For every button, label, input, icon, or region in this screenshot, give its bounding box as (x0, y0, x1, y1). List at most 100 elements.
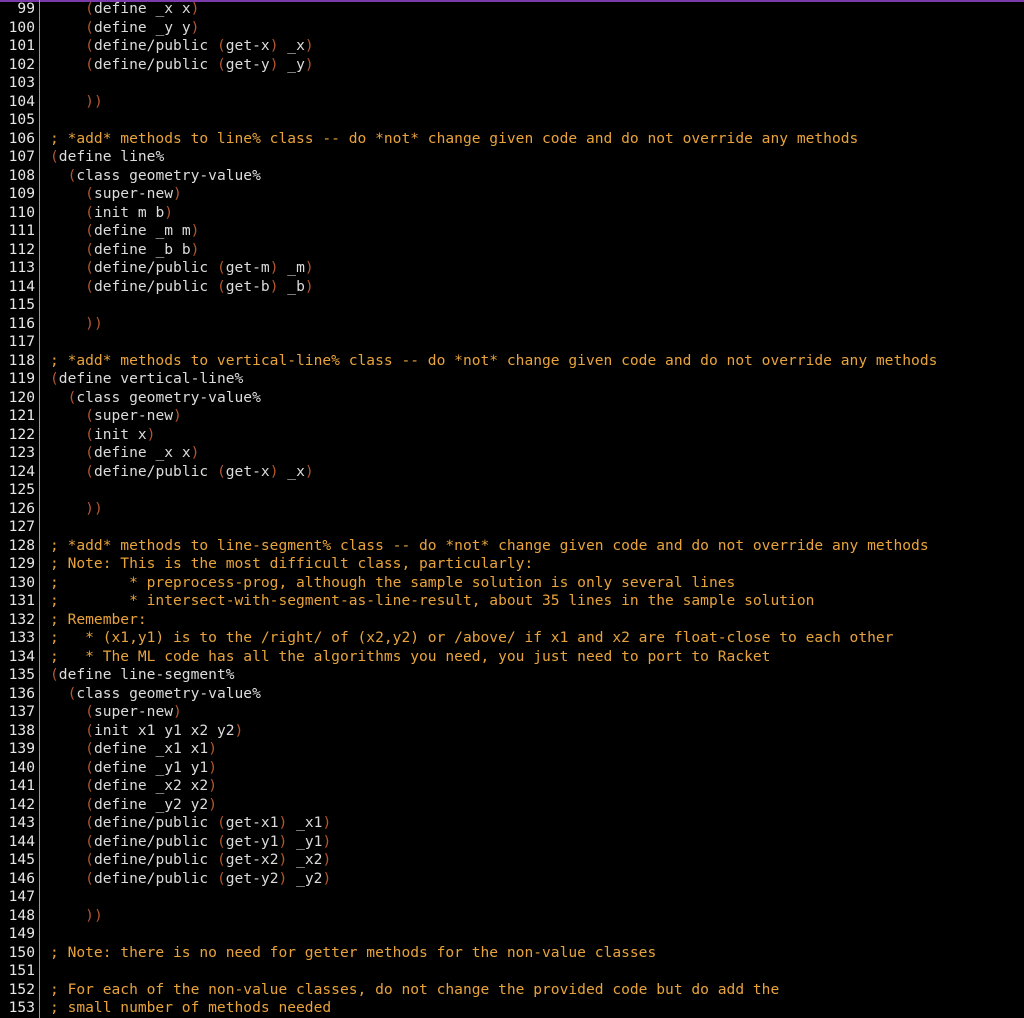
line-number: 129 (0, 555, 35, 574)
code-line[interactable]: 118 ; *add* methods to vertical-line% cla… (0, 352, 1024, 371)
code-line[interactable]: 133; * (x1,y1) is to the /right/ of (x2,… (0, 629, 1024, 648)
code-text: (define _x x) (50, 0, 199, 19)
code-line[interactable]: 116 )) (0, 315, 1024, 334)
line-number: 135 (0, 666, 35, 685)
line-number: 138 (0, 722, 35, 741)
code-line[interactable]: 140 (define _y1 y1) (0, 759, 1024, 778)
code-line[interactable]: 123 (define _x x) (0, 444, 1024, 463)
paren-token: ) (305, 56, 314, 73)
code-token: super-new (94, 185, 173, 202)
code-line[interactable]: 110 (init m b) (0, 204, 1024, 223)
code-line[interactable]: 108 (class geometry-value% (0, 167, 1024, 186)
code-line[interactable]: 136 (class geometry-value% (0, 685, 1024, 704)
code-line[interactable]: 128; *add* methods to line-segment% clas… (0, 537, 1024, 556)
code-line[interactable]: 99 (define _x x) (0, 0, 1024, 19)
code-line[interactable]: 109 (super-new) (0, 185, 1024, 204)
code-text: (class geometry-value% (50, 685, 261, 704)
paren-token: ) (147, 426, 156, 443)
code-line[interactable]: 115 (0, 296, 1024, 315)
line-number: 117 (0, 333, 35, 352)
code-line[interactable]: 102 (define/public (get-y) _y) (0, 56, 1024, 75)
code-token: init x1 y1 x2 y2 (94, 722, 235, 739)
paren-token: ( (85, 407, 94, 424)
code-line[interactable]: 153; small number of methods needed (0, 999, 1024, 1018)
code-token: class geometry-value% (76, 389, 261, 406)
code-line[interactable]: 111 (define _m m) (0, 222, 1024, 241)
code-line[interactable]: 151 (0, 962, 1024, 981)
code-text: (define _x2 x2) (50, 777, 217, 796)
line-number: 118 (0, 352, 35, 371)
code-line[interactable]: 119(define vertical-line% (0, 370, 1024, 389)
paren-token: ) (191, 222, 200, 239)
code-line[interactable]: 112 (define _b b) (0, 241, 1024, 260)
code-text: (define line% (50, 148, 164, 167)
code-line[interactable]: 141 (define _x2 x2) (0, 777, 1024, 796)
code-text: ; *add* methods to vertical-line% class … (50, 352, 937, 371)
line-number: 110 (0, 204, 35, 223)
code-line[interactable]: 122 (init x) (0, 426, 1024, 445)
code-line[interactable]: 114 (define/public (get-b) _b) (0, 278, 1024, 297)
code-text: (define/public (get-x1) _x1) (50, 814, 331, 833)
line-number: 106 (0, 130, 35, 149)
code-line[interactable]: 142 (define _y2 y2) (0, 796, 1024, 815)
code-line[interactable]: 146 (define/public (get-y2) _y2) (0, 870, 1024, 889)
gutter-separator (39, 685, 40, 704)
gutter-separator (39, 426, 40, 445)
gutter-separator (39, 204, 40, 223)
code-line[interactable]: 103 (0, 74, 1024, 93)
code-line[interactable]: 126 )) (0, 500, 1024, 519)
line-number: 142 (0, 796, 35, 815)
line-number: 137 (0, 703, 35, 722)
code-line[interactable]: 138 (init x1 y1 x2 y2) (0, 722, 1024, 741)
code-token: get-x (226, 37, 270, 54)
code-line[interactable]: 121 (super-new) (0, 407, 1024, 426)
code-line[interactable]: 124 (define/public (get-x) _x) (0, 463, 1024, 482)
code-line[interactable]: 101 (define/public (get-x) _x) (0, 37, 1024, 56)
code-line[interactable]: 145 (define/public (get-x2) _x2) (0, 851, 1024, 870)
code-line[interactable]: 130; * preprocess-prog, although the sam… (0, 574, 1024, 593)
code-text: ; Remember: (50, 611, 147, 630)
code-line[interactable]: 107(define line% (0, 148, 1024, 167)
code-line[interactable]: 129; Note: This is the most difficult cl… (0, 555, 1024, 574)
code-line[interactable]: 105 (0, 111, 1024, 130)
gutter-separator (39, 407, 40, 426)
paren-token: ) (270, 56, 279, 73)
code-token: define/public (94, 37, 217, 54)
code-token: _x2 (287, 851, 322, 868)
line-number: 109 (0, 185, 35, 204)
code-line[interactable]: 150; Note: there is no need for getter m… (0, 944, 1024, 963)
code-token: _x (279, 463, 305, 480)
code-line[interactable]: 149 (0, 925, 1024, 944)
code-line[interactable]: 137 (super-new) (0, 703, 1024, 722)
code-line[interactable]: 127 (0, 518, 1024, 537)
gutter-separator (39, 93, 40, 112)
code-text: (define _x1 x1) (50, 740, 217, 759)
code-line[interactable]: 100 (define _y y) (0, 19, 1024, 38)
line-number: 141 (0, 777, 35, 796)
code-text: (super-new) (50, 185, 182, 204)
code-line[interactable]: 152; For each of the non-value classes, … (0, 981, 1024, 1000)
code-token (50, 389, 68, 406)
code-line[interactable]: 143 (define/public (get-x1) _x1) (0, 814, 1024, 833)
code-line[interactable]: 139 (define _x1 x1) (0, 740, 1024, 759)
code-line[interactable]: 125 (0, 481, 1024, 500)
paren-token: ) (235, 722, 244, 739)
code-line[interactable]: 113 (define/public (get-m) _m) (0, 259, 1024, 278)
code-line[interactable]: 117 (0, 333, 1024, 352)
code-line[interactable]: 134; * The ML code has all the algorithm… (0, 648, 1024, 667)
code-line[interactable]: 106; *add* methods to line% class -- do … (0, 130, 1024, 149)
code-line[interactable]: 131; * intersect-with-segment-as-line-re… (0, 592, 1024, 611)
comment-token: ; * intersect-with-segment-as-line-resul… (50, 592, 814, 609)
code-text: (define/public (get-y2) _y2) (50, 870, 331, 889)
code-token: init x (94, 426, 147, 443)
code-line[interactable]: 144 (define/public (get-y1) _y1) (0, 833, 1024, 852)
code-line[interactable]: 120 (class geometry-value% (0, 389, 1024, 408)
code-line[interactable]: 104 )) (0, 93, 1024, 112)
code-line[interactable]: 132; Remember: (0, 611, 1024, 630)
code-line[interactable]: 135(define line-segment% (0, 666, 1024, 685)
code-line[interactable]: 147 (0, 888, 1024, 907)
code-line[interactable]: 148 )) (0, 907, 1024, 926)
code-editor[interactable]: 99 (define _x x)100 (define _y y)101 (de… (0, 0, 1024, 1014)
code-text: (define/public (get-x2) _x2) (50, 851, 331, 870)
code-token (50, 740, 85, 757)
